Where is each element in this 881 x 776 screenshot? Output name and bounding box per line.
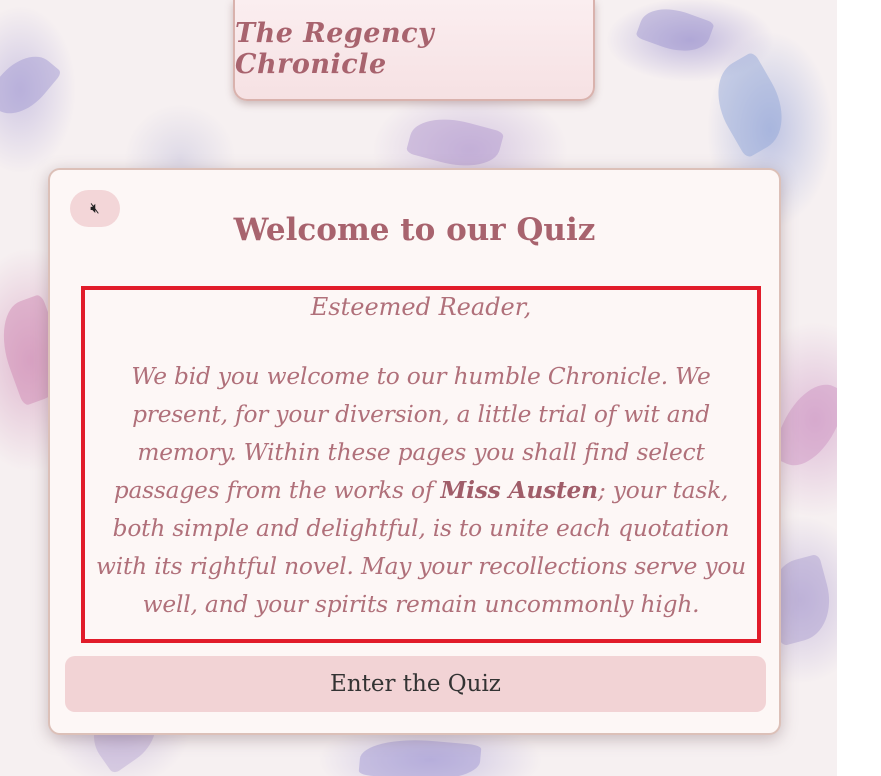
site-title: The Regency Chronicle bbox=[235, 17, 435, 80]
enter-quiz-button[interactable]: Enter the Quiz bbox=[65, 656, 766, 712]
letter-author-name: Miss Austen bbox=[440, 477, 598, 504]
welcome-dialog: 🔇︎ Welcome to our Quiz Esteemed Reader, … bbox=[48, 168, 781, 735]
letter-salutation: Esteemed Reader, bbox=[310, 293, 532, 321]
page-margin bbox=[837, 0, 881, 776]
site-title-plaque: The Regency Chronicle bbox=[233, 0, 595, 101]
letter-spacer bbox=[87, 326, 755, 358]
letter-body: We bid you welcome to our humble Chronic… bbox=[87, 358, 755, 624]
welcome-letter: Esteemed Reader, We bid you welcome to o… bbox=[81, 286, 761, 643]
dialog-heading: Welcome to our Quiz bbox=[233, 212, 596, 248]
